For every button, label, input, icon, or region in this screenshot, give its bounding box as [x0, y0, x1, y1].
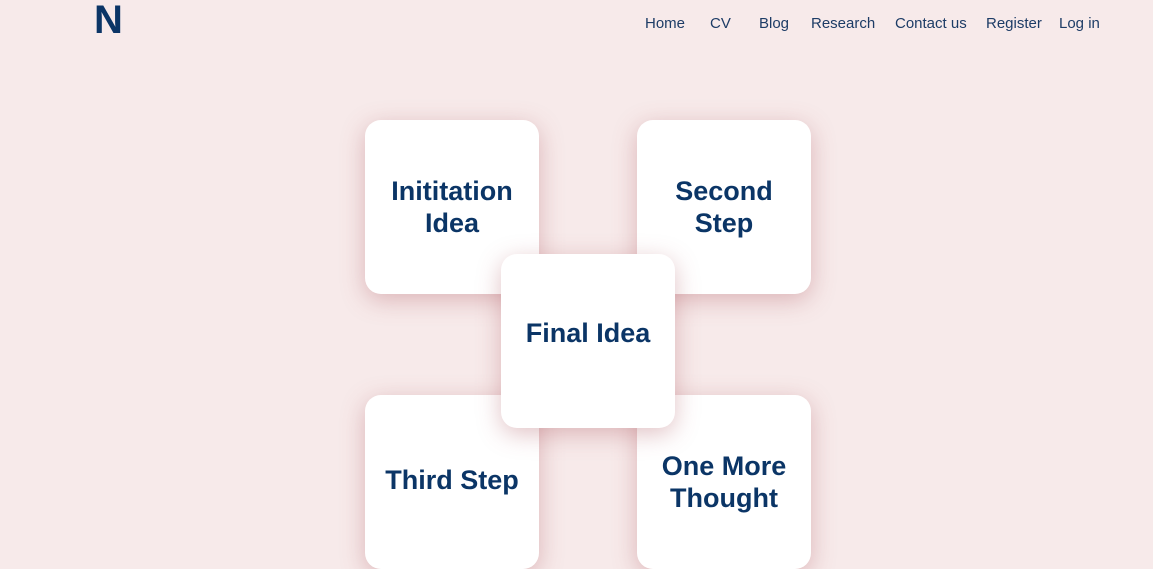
card-title: One More Thought: [661, 451, 787, 513]
nav-cv-link[interactable]: CV: [710, 15, 731, 35]
nav-home-link[interactable]: Home: [645, 15, 685, 35]
card-title: Inititation Idea: [391, 176, 513, 238]
nav-contact-link[interactable]: Contact us: [895, 15, 967, 35]
card-title: Final Idea: [525, 318, 651, 348]
card-title: Second Step: [675, 176, 773, 238]
nav-register-link[interactable]: Register: [986, 15, 1042, 35]
site-logo[interactable]: N: [94, 0, 123, 40]
card-title: Third Step: [385, 465, 519, 495]
nav-research-link[interactable]: Research: [811, 15, 875, 35]
nav-blog-link[interactable]: Blog: [759, 15, 789, 35]
card-final-idea[interactable]: Final Idea: [501, 254, 675, 428]
nav-login-link[interactable]: Log in: [1059, 15, 1100, 35]
